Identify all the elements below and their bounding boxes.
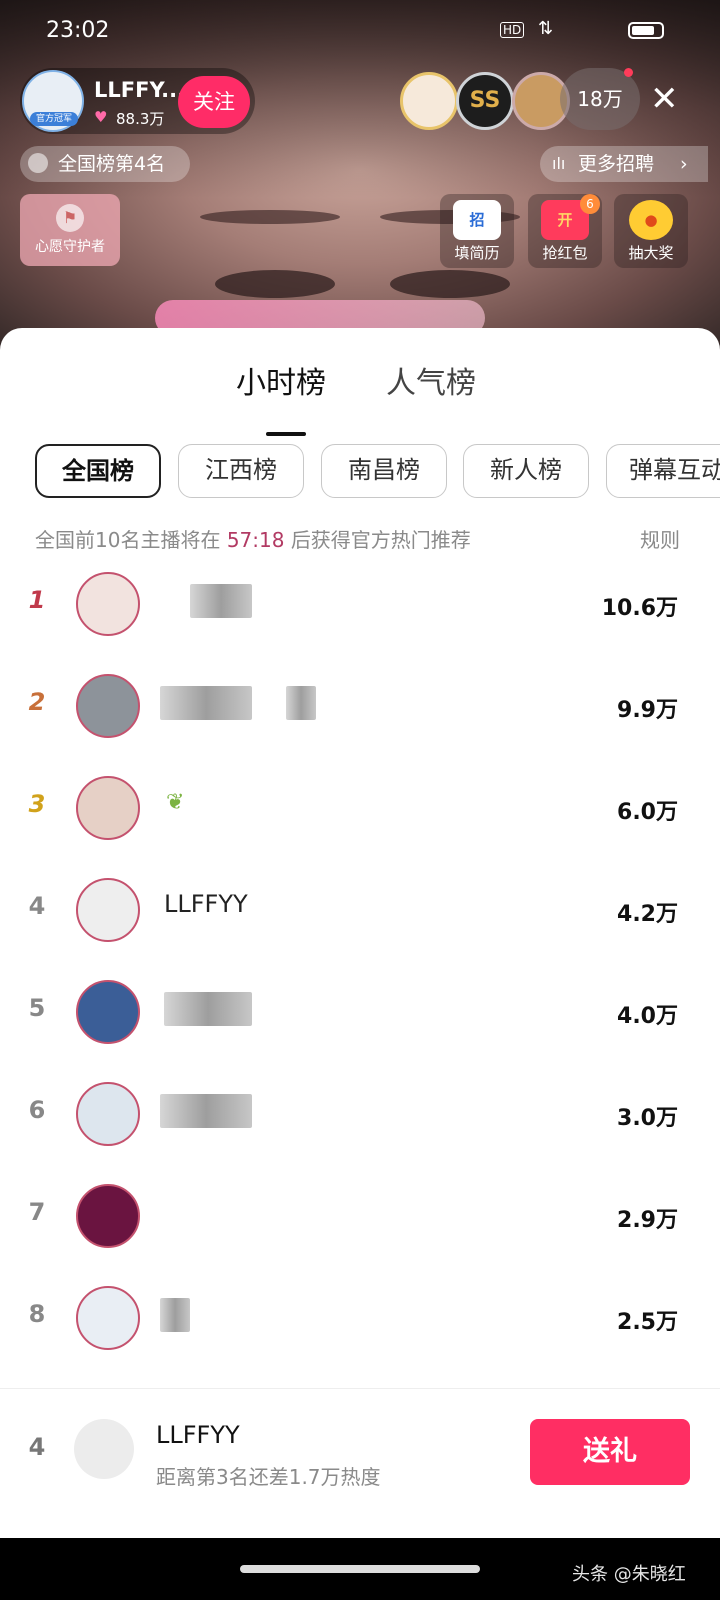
avatar[interactable] — [76, 776, 140, 840]
leaderboard-row[interactable]: 3 ❦ 6.0万 — [0, 762, 720, 866]
score: 3.0万 — [617, 1106, 678, 1131]
avatar[interactable] — [76, 1082, 140, 1146]
host-badge: 官方冠军 — [30, 112, 78, 126]
tab-hourly[interactable]: 小时榜 — [236, 358, 326, 402]
wish-guard-button[interactable]: ⚑ 心愿守护者 — [20, 194, 120, 266]
tab-popularity[interactable]: 人气榜 — [386, 358, 476, 402]
leaf-icon: ❦ — [166, 790, 185, 815]
avatar[interactable] — [76, 674, 140, 738]
blurred-name — [160, 1298, 190, 1332]
score: 9.9万 — [617, 698, 678, 723]
wish-guard-label: 心愿守护者 — [35, 239, 105, 255]
rules-link[interactable]: 规则 — [640, 524, 680, 553]
rank-number: 2 — [28, 688, 46, 716]
host-avatar[interactable]: 官方冠军 — [22, 70, 84, 132]
score: 2.9万 — [617, 1208, 678, 1233]
blurred-name — [286, 686, 316, 720]
viewer-count[interactable]: 18万 — [560, 68, 640, 130]
chevron-right-icon: › — [680, 153, 688, 175]
blurred-name — [164, 992, 252, 1026]
recruit-button[interactable]: ılı 更多招聘 › — [540, 146, 708, 182]
filter-chips: 全国榜 江西榜 南昌榜 新人榜 弹幕互动 — [0, 444, 720, 500]
leaderboard-row[interactable]: 5 4.0万 — [0, 966, 720, 1070]
leaderboard-row[interactable]: 2 9.9万 — [0, 660, 720, 764]
rank-number: 6 — [28, 1096, 46, 1124]
viewer-avatar[interactable]: SS — [456, 72, 514, 130]
status-bar: 23:02 HD ⇅ — [0, 0, 720, 60]
notification-dot — [624, 68, 633, 77]
leaderboard-row[interactable]: 8 2.5万 — [0, 1272, 720, 1376]
my-rank-number: 4 — [28, 1433, 46, 1461]
leaderboard-sheet: 小时榜 人气榜 全国榜 江西榜 南昌榜 新人榜 弹幕互动 全国前10名主播将在 … — [0, 328, 720, 1538]
leaderboard-row[interactable]: 4 LLFFYY 4.2万 — [0, 864, 720, 968]
lottery-button[interactable]: ● 抽大奖 — [614, 194, 688, 268]
follow-button[interactable]: 关注 — [178, 76, 250, 128]
score: 6.0万 — [617, 800, 678, 825]
heart-icon: ♥ — [94, 108, 108, 126]
rank-number: 4 — [28, 892, 46, 920]
filter-nanchang[interactable]: 南昌榜 — [321, 444, 447, 498]
host-fans: 88.3万 — [116, 110, 165, 128]
host-name: LLFFY... — [94, 78, 186, 102]
countdown: 57:18 — [226, 528, 285, 552]
send-gift-button[interactable]: 送礼 — [530, 1419, 690, 1485]
leaderboard-row[interactable]: 7 2.9万 — [0, 1170, 720, 1274]
rank-badge[interactable]: 全国榜第4名 — [20, 146, 190, 182]
bar-chart-icon: ılı — [552, 154, 566, 173]
rank-number: 1 — [28, 586, 46, 614]
resume-icon: 招 — [453, 200, 501, 240]
leaderboard-tabs: 小时榜 人气榜 — [0, 358, 720, 436]
filter-newcomer[interactable]: 新人榜 — [463, 444, 589, 498]
red-packet-button[interactable]: 开 6 抢红包 — [528, 194, 602, 268]
my-name: LLFFYY — [156, 1421, 240, 1449]
avatar[interactable] — [76, 1286, 140, 1350]
lottery-icon: ● — [629, 200, 673, 240]
guard-icon: ⚑ — [56, 204, 84, 232]
battery-icon — [628, 22, 664, 39]
avatar[interactable] — [76, 980, 140, 1044]
rank-gap-text: 距离第3名还差1.7万热度 — [156, 1465, 381, 1489]
rank-number: 3 — [28, 790, 46, 818]
score: 4.0万 — [617, 1004, 678, 1029]
signal-icon: ⇅ — [538, 18, 554, 39]
my-rank-bar: 4 LLFFYY 距离第3名还差1.7万热度 送礼 — [0, 1388, 720, 1539]
avatar[interactable] — [76, 1184, 140, 1248]
close-icon[interactable]: ✕ — [650, 80, 679, 118]
leaderboard-row[interactable]: 6 3.0万 — [0, 1068, 720, 1172]
blurred-name — [160, 686, 252, 720]
avatar[interactable] — [76, 878, 140, 942]
hd-badge: HD — [500, 22, 525, 38]
rank-number: 8 — [28, 1300, 46, 1328]
viewer-avatar[interactable] — [400, 72, 458, 130]
resume-button[interactable]: 招 填简历 — [440, 194, 514, 268]
blurred-name — [160, 1094, 252, 1128]
watermark: 头条 @朱晓红 — [572, 1564, 686, 1585]
status-time: 23:02 — [46, 18, 110, 43]
active-tab-indicator — [266, 432, 306, 436]
filter-jiangxi[interactable]: 江西榜 — [178, 444, 304, 498]
my-avatar — [74, 1419, 134, 1479]
filter-danmaku[interactable]: 弹幕互动 — [606, 444, 720, 498]
score: 10.6万 — [601, 596, 678, 621]
blurred-name — [190, 584, 252, 618]
leaderboard-notice: 全国前10名主播将在 57:18 后获得官方热门推荐 — [35, 528, 471, 552]
rank-number: 7 — [28, 1198, 46, 1226]
leaderboard-row[interactable]: 1 10.6万 — [0, 558, 720, 662]
red-packet-count: 6 — [580, 194, 600, 214]
filter-national[interactable]: 全国榜 — [35, 444, 161, 498]
avatar[interactable] — [76, 572, 140, 636]
user-name: LLFFYY — [164, 890, 248, 918]
clock-icon — [28, 153, 48, 173]
score: 2.5万 — [617, 1310, 678, 1335]
home-indicator[interactable] — [240, 1565, 480, 1573]
score: 4.2万 — [617, 902, 678, 927]
rank-number: 5 — [28, 994, 46, 1022]
